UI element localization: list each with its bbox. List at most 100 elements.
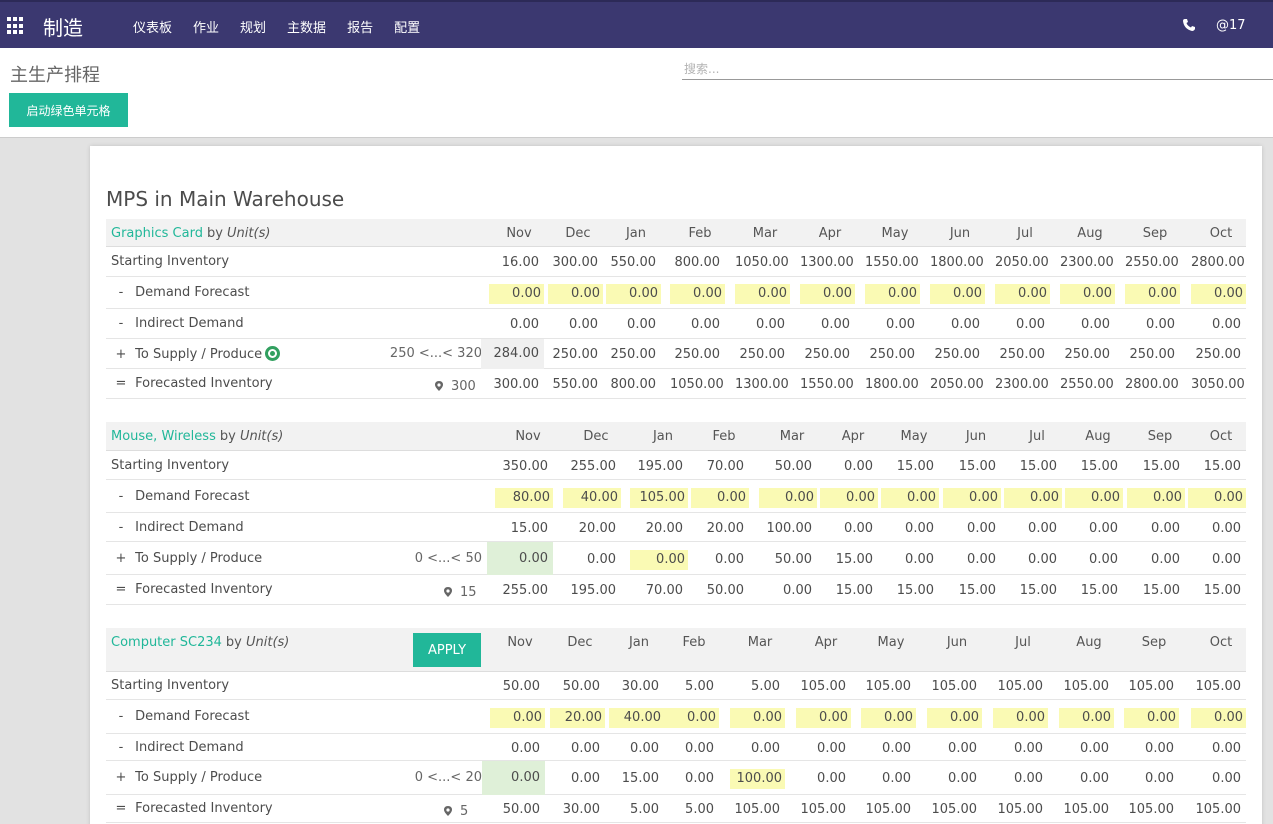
supply-cell[interactable]: 0.00 xyxy=(861,769,916,789)
demand-cell[interactable]: 20.00 xyxy=(550,708,605,728)
demand-cell[interactable]: 0.00 xyxy=(993,708,1048,728)
demand-cell[interactable]: 0.00 xyxy=(1059,708,1114,728)
demand-cell[interactable]: 0.00 xyxy=(670,284,725,304)
min-max-range[interactable]: 250 <...< 320 xyxy=(390,346,482,361)
demand-cell[interactable]: 0.00 xyxy=(1060,284,1115,304)
supply-cell[interactable]: 0.00 xyxy=(563,550,621,570)
supply-cell[interactable]: 0.00 xyxy=(482,761,545,795)
demand-cell[interactable]: 0.00 xyxy=(796,708,851,728)
demand-cell[interactable]: 0.00 xyxy=(1004,488,1062,508)
supply-cell[interactable]: 15.00 xyxy=(820,550,878,570)
supply-cell[interactable]: 0.00 xyxy=(1127,550,1185,570)
demand-cell[interactable]: 0.00 xyxy=(691,488,749,508)
menu-item-master-data[interactable]: 主数据 xyxy=(287,17,326,36)
search-input[interactable] xyxy=(682,58,1273,80)
mentions-counter[interactable]: @17 xyxy=(1216,18,1246,33)
apply-button[interactable]: APPLY xyxy=(413,633,481,667)
safety-stock[interactable]: 300 xyxy=(435,379,476,394)
supply-cell[interactable]: 250.00 xyxy=(800,345,855,365)
safety-stock[interactable]: 15 xyxy=(444,585,477,600)
supply-cell[interactable]: 250.00 xyxy=(670,345,725,365)
demand-cell[interactable]: 0.00 xyxy=(1188,488,1246,508)
supply-cell[interactable]: 0.00 xyxy=(691,550,749,570)
supply-cell[interactable]: 250.00 xyxy=(1191,345,1246,365)
demand-cell[interactable]: 0.00 xyxy=(995,284,1050,304)
target-icon[interactable] xyxy=(265,346,281,361)
supply-cell[interactable]: 250.00 xyxy=(548,345,603,365)
demand-cell[interactable]: 80.00 xyxy=(495,488,553,508)
supply-cell[interactable]: 0.00 xyxy=(1004,550,1062,570)
demand-cell[interactable]: 0.00 xyxy=(927,708,982,728)
menu-item-dashboard[interactable]: 仪表板 xyxy=(133,17,172,36)
demand-cell[interactable]: 0.00 xyxy=(1191,284,1246,304)
apps-menu-icon[interactable] xyxy=(7,17,25,35)
demand-cell[interactable]: 0.00 xyxy=(820,488,878,508)
demand-cell[interactable]: 0.00 xyxy=(489,284,544,304)
supply-cell[interactable]: 284.00 xyxy=(481,339,544,369)
menu-item-reporting[interactable]: 报告 xyxy=(347,17,373,36)
demand-cell[interactable]: 0.00 xyxy=(800,284,855,304)
demand-cell[interactable]: 0.00 xyxy=(730,708,785,728)
month-header: Jun xyxy=(946,635,968,650)
supply-cell[interactable]: 0.00 xyxy=(943,550,1001,570)
demand-cell[interactable]: 0.00 xyxy=(1065,488,1123,508)
phone-icon[interactable] xyxy=(1182,18,1196,32)
menu-item-operations[interactable]: 作业 xyxy=(193,17,219,36)
supply-cell[interactable]: 100.00 xyxy=(730,769,785,789)
product-name-link[interactable]: Graphics Card xyxy=(111,226,203,241)
supply-cell[interactable]: 250.00 xyxy=(930,345,985,365)
menu-item-planning[interactable]: 规划 xyxy=(240,17,266,36)
product-name-link[interactable]: Mouse, Wireless xyxy=(111,429,216,444)
enable-green-cells-button[interactable]: 启动绿色单元格 xyxy=(9,93,128,127)
demand-cell[interactable]: 0.00 xyxy=(1124,708,1179,728)
demand-cell[interactable]: 0.00 xyxy=(881,488,939,508)
supply-cell[interactable]: 0.00 xyxy=(993,769,1048,789)
min-max-range[interactable]: 0 <...< 20 xyxy=(415,770,482,785)
demand-cell[interactable]: 0.00 xyxy=(861,708,916,728)
demand-cell[interactable]: 0.00 xyxy=(1125,284,1180,304)
demand-cell[interactable]: 0.00 xyxy=(548,284,603,304)
menu-item-configuration[interactable]: 配置 xyxy=(394,17,420,36)
supply-cell[interactable]: 250.00 xyxy=(865,345,920,365)
supply-cell[interactable]: 15.00 xyxy=(609,769,664,789)
supply-cell[interactable]: 0.00 xyxy=(927,769,982,789)
demand-cell[interactable]: 105.00 xyxy=(630,488,688,508)
month-header: May xyxy=(877,635,905,650)
supply-cell[interactable]: 0.00 xyxy=(1065,550,1123,570)
supply-cell[interactable]: 250.00 xyxy=(1060,345,1115,365)
supply-cell[interactable]: 50.00 xyxy=(759,550,817,570)
supply-cell[interactable]: 0.00 xyxy=(664,769,719,789)
min-max-range[interactable]: 0 <...< 50 xyxy=(415,551,482,566)
demand-cell[interactable]: 0.00 xyxy=(1127,488,1185,508)
demand-cell[interactable]: 0.00 xyxy=(735,284,790,304)
supply-cell[interactable]: 0.00 xyxy=(487,542,553,575)
cell-value: 40.00 xyxy=(609,708,664,728)
month-header: Oct xyxy=(1209,635,1233,650)
supply-cell[interactable]: 0.00 xyxy=(1059,769,1114,789)
supply-cell[interactable]: 0.00 xyxy=(1191,769,1246,789)
demand-cell[interactable]: 0.00 xyxy=(865,284,920,304)
demand-cell[interactable]: 0.00 xyxy=(606,284,661,304)
supply-cell[interactable]: 250.00 xyxy=(1125,345,1180,365)
supply-cell[interactable]: 250.00 xyxy=(995,345,1050,365)
supply-cell[interactable]: 0.00 xyxy=(550,769,605,789)
demand-cell[interactable]: 0.00 xyxy=(1191,708,1246,728)
supply-cell[interactable]: 250.00 xyxy=(735,345,790,365)
demand-cell[interactable]: 0.00 xyxy=(759,488,817,508)
supply-cell[interactable]: 250.00 xyxy=(606,345,661,365)
supply-cell[interactable]: 0.00 xyxy=(881,550,939,570)
safety-stock[interactable]: 5 xyxy=(444,804,468,819)
demand-cell[interactable]: 0.00 xyxy=(490,708,545,728)
supply-cell[interactable]: 0.00 xyxy=(796,769,851,789)
demand-cell[interactable]: 0.00 xyxy=(664,708,719,728)
supply-cell[interactable]: 0.00 xyxy=(1124,769,1179,789)
product-name-link[interactable]: Computer SC234 xyxy=(111,635,222,650)
cell-value: 250.00 xyxy=(674,347,721,362)
demand-cell[interactable]: 40.00 xyxy=(563,488,621,508)
supply-cell[interactable]: 0.00 xyxy=(1188,550,1246,570)
cell-value: 0.00 xyxy=(510,317,539,332)
demand-cell[interactable]: 0.00 xyxy=(943,488,1001,508)
demand-cell[interactable]: 40.00 xyxy=(609,708,664,728)
demand-cell[interactable]: 0.00 xyxy=(930,284,985,304)
supply-cell[interactable]: 0.00 xyxy=(630,550,688,570)
